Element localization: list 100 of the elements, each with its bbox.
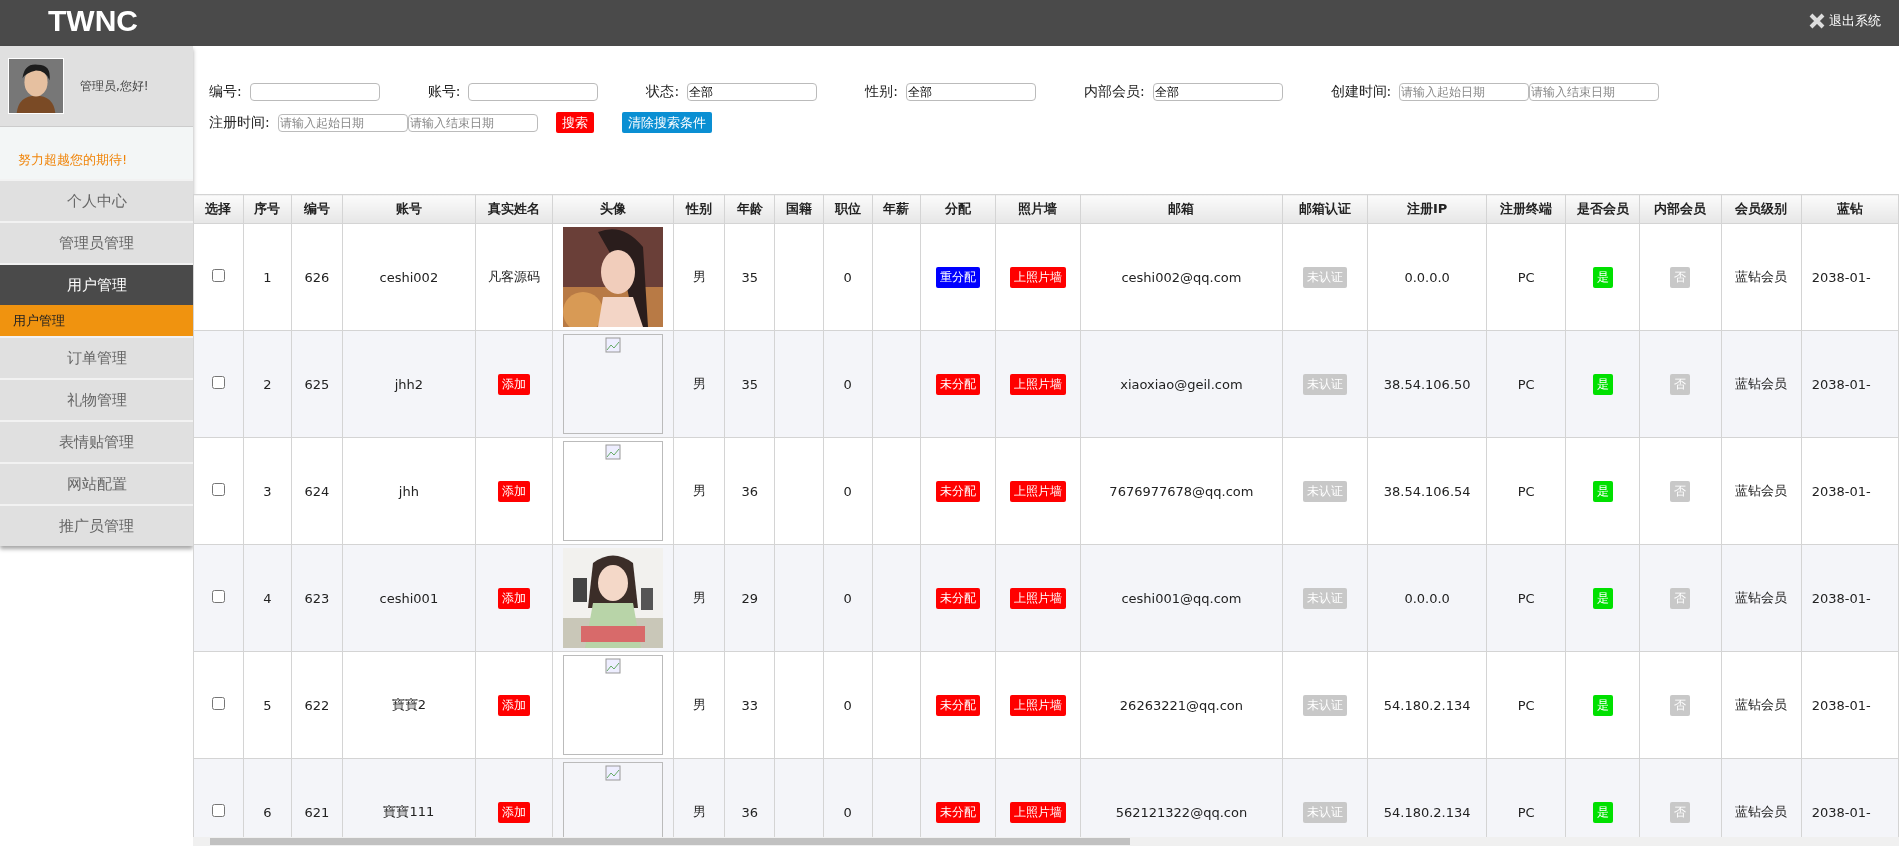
menu-item[interactable]: 礼物管理 (0, 378, 193, 420)
broken-image-icon (563, 441, 664, 541)
table-cell: PC (1486, 437, 1566, 545)
date-field[interactable]: 请输入结束日期 (1529, 83, 1660, 101)
table-cell: 33 (724, 651, 775, 759)
assign-button[interactable]: 未分配 (935, 373, 980, 395)
menu-item[interactable]: 表情贴管理 (0, 420, 193, 462)
table-cell: PC (1486, 330, 1566, 438)
column-header: 照片墙 (995, 194, 1081, 224)
menu-item[interactable]: 个人中心 (0, 179, 193, 221)
row-checkbox[interactable] (211, 697, 225, 710)
filter-field[interactable]: 全部 (687, 83, 818, 101)
date-field[interactable]: 请输入起始日期 (277, 113, 408, 132)
filter-field[interactable]: 全部 (905, 83, 1036, 101)
photo-wall-button[interactable]: 上照片墙 (1009, 694, 1066, 716)
table-cell: 凡客源码 (475, 223, 553, 331)
avatar-icon (8, 58, 64, 114)
photo-wall-button[interactable]: 上照片墙 (1009, 587, 1066, 609)
table-cell: 0 (823, 437, 872, 545)
status-badge: 是 (1592, 694, 1613, 716)
date-field[interactable]: 请输入起始日期 (1399, 83, 1530, 101)
column-header: 注册IP (1367, 194, 1487, 224)
table-cell: 5 (243, 651, 292, 759)
table-cell: 男 (673, 651, 725, 759)
table-cell: 蓝钻会员 (1721, 544, 1802, 652)
clear-button[interactable]: 清除搜索条件 (621, 112, 712, 133)
column-header: 年薪 (872, 194, 921, 224)
assign-button[interactable]: 未分配 (935, 480, 980, 502)
column-header: 会员级别 (1721, 194, 1802, 224)
add-button[interactable]: 添加 (498, 373, 531, 395)
row-checkbox[interactable] (211, 269, 225, 282)
assign-button[interactable]: 未分配 (935, 587, 980, 609)
status-badge: 是 (1592, 801, 1613, 823)
table-cell: 2038-01- (1801, 330, 1899, 438)
assign-button[interactable]: 未分配 (935, 694, 980, 716)
column-header: 编号 (291, 194, 343, 224)
table-cell: 29 (724, 544, 775, 652)
filter-field[interactable] (249, 83, 380, 101)
column-header: 账号 (342, 194, 476, 224)
search-button[interactable]: 搜索 (555, 112, 594, 133)
column-header: 头像 (552, 194, 674, 224)
menu-item[interactable]: 订单管理 (0, 336, 193, 378)
table-cell: 624 (291, 437, 343, 545)
table-cell: 蓝钻会员 (1721, 651, 1802, 759)
table-cell: 4 (243, 544, 292, 652)
row-checkbox[interactable] (211, 376, 225, 389)
menu-item[interactable]: 管理员管理 (0, 221, 193, 263)
filter-field[interactable] (468, 83, 599, 101)
table-cell: xiaoxiao@geil.com (1080, 330, 1283, 438)
table-cell: 男 (673, 330, 725, 438)
table-cell: ceshi002 (342, 223, 476, 331)
table-cell: 623 (291, 544, 343, 652)
table-cell: 0.0.0.0 (1367, 223, 1487, 331)
table-cell: 622 (291, 651, 343, 759)
photo-wall-button[interactable]: 上照片墙 (1009, 480, 1066, 502)
table-cell: ceshi001 (342, 544, 476, 652)
add-button[interactable]: 添加 (498, 587, 531, 609)
table-cell: 0 (823, 330, 872, 438)
assign-button[interactable]: 未分配 (935, 801, 980, 823)
table-cell: 626 (291, 223, 343, 331)
table-cell: 0 (823, 544, 872, 652)
add-button[interactable]: 添加 (498, 480, 531, 502)
menu-item[interactable]: 网站配置 (0, 462, 193, 504)
assign-button[interactable]: 重分配 (935, 266, 980, 288)
filter-label: 账号: (427, 83, 461, 101)
column-header: 邮箱 (1080, 194, 1283, 224)
close-icon (1809, 13, 1825, 29)
column-header: 内部会员 (1639, 194, 1722, 224)
row-checkbox[interactable] (211, 804, 225, 817)
filter-field[interactable]: 全部 (1152, 83, 1283, 101)
table-cell: PC (1486, 544, 1566, 652)
table-cell: 36 (724, 437, 775, 545)
menu-item[interactable]: 推广员管理 (0, 504, 193, 546)
status-badge: 是 (1592, 266, 1613, 288)
add-button[interactable]: 添加 (498, 801, 531, 823)
date-field[interactable]: 请输入结束日期 (407, 113, 538, 132)
table-cell: 寶寶2 (342, 651, 476, 759)
row-checkbox[interactable] (211, 590, 225, 603)
table-cell: 蓝钻会员 (1721, 437, 1802, 545)
filter-label: 状态: (646, 83, 680, 101)
table-cell: 0 (823, 651, 872, 759)
column-header: 年龄 (724, 194, 775, 224)
table-cell: 0.0.0.0 (1367, 544, 1487, 652)
submenu-item[interactable]: 用户管理 (0, 305, 193, 336)
column-header: 性别 (673, 194, 725, 224)
logout-button[interactable]: 退出系统 (1809, 12, 1881, 30)
photo-wall-button[interactable]: 上照片墙 (1009, 266, 1066, 288)
add-button[interactable]: 添加 (498, 694, 531, 716)
photo-wall-button[interactable]: 上照片墙 (1009, 373, 1066, 395)
scrollbar[interactable] (193, 837, 1899, 846)
column-header: 注册终端 (1486, 194, 1566, 224)
status-badge: 是 (1592, 373, 1613, 395)
photo-wall-button[interactable]: 上照片墙 (1009, 801, 1066, 823)
broken-image-icon (563, 334, 664, 434)
table-cell: 35 (724, 223, 775, 331)
row-checkbox[interactable] (211, 483, 225, 496)
column-header: 真实姓名 (475, 194, 553, 224)
table-cell: 38.54.106.50 (1367, 330, 1487, 438)
broken-image-icon (563, 655, 664, 755)
menu-item[interactable]: 用户管理 (0, 263, 193, 305)
